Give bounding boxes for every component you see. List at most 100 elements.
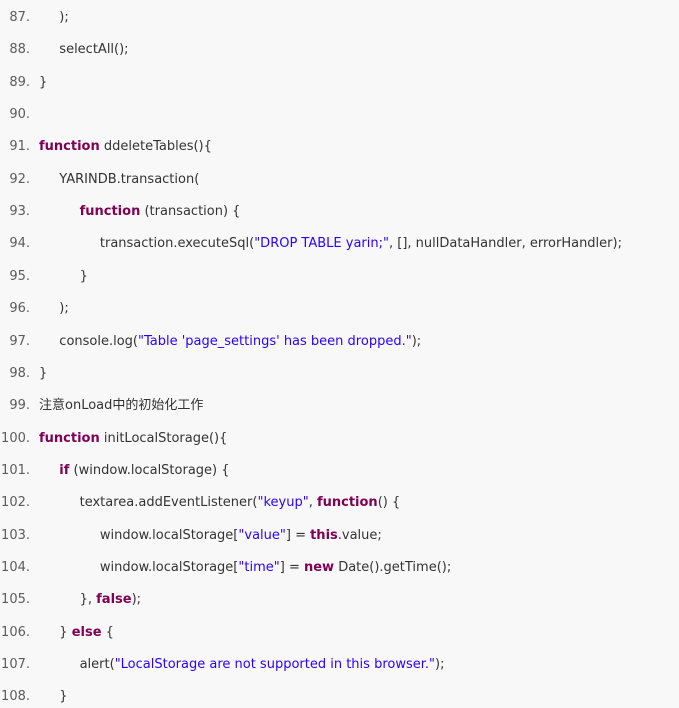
line-number: 99.: [9, 398, 30, 414]
code-string: "Table 'page_settings' has been dropped.…: [138, 333, 412, 349]
code-string: "time": [238, 559, 280, 575]
code-text: );: [435, 657, 445, 672]
code-line: 104. window.localStorage["time"] = new Da…: [0, 558, 679, 590]
line-code: selectAll();: [59, 40, 128, 60]
code-line: 106.} else {: [0, 623, 679, 655]
code-line: 107. alert("LocalStorage are not supporte…: [0, 655, 679, 687]
line-code: }: [80, 267, 88, 287]
code-text: );: [59, 301, 69, 317]
code-text: initLocalStorage(){: [99, 430, 228, 446]
line-number: 106.: [1, 624, 30, 640]
code-text: ] =: [285, 527, 311, 543]
code-text: , [], nullDataHandler, errorHandler);: [388, 236, 622, 252]
line-number: 104.: [1, 559, 30, 575]
code-text: ddeleteTables(){: [99, 139, 212, 155]
code-text: 注意onLoad中的初始化工作: [39, 398, 204, 414]
line-code: transaction.executeSql("DROP TABLE yarin…: [100, 234, 622, 254]
code-text: }: [39, 74, 48, 90]
code-line: 101. if (window.localStorage) {: [0, 461, 679, 493]
code-text: }: [39, 365, 48, 381]
line-code: );: [59, 299, 68, 319]
line-number: 102.: [1, 495, 30, 511]
code-text: window.localStorage[: [99, 527, 239, 543]
line-code: function initLocalStorage(){: [39, 429, 227, 449]
code-line: 102. textarea.addEventListener("keyup", f…: [0, 493, 679, 525]
code-text: console.log(: [59, 333, 138, 349]
code-text: }: [59, 624, 72, 640]
line-number: 105.: [1, 592, 30, 608]
code-line: 90.: [0, 105, 679, 137]
line-code: }: [39, 73, 47, 93]
code-string: "keyup": [257, 495, 309, 511]
line-code: window.localStorage["time"] = new Date()…: [100, 558, 451, 578]
line-number: 97.: [9, 333, 30, 349]
code-text: );: [411, 333, 422, 349]
code-line: 96.);: [0, 299, 679, 331]
code-text: ,: [308, 495, 317, 511]
code-line: 88. selectAll();: [0, 40, 679, 72]
line-number: 90.: [9, 107, 30, 123]
code-text: );: [131, 592, 142, 608]
line-number: 89.: [9, 74, 30, 90]
code-string: "value": [238, 527, 286, 543]
line-code: textarea.addEventListener("keyup", funct…: [80, 493, 401, 513]
line-number: 95.: [9, 268, 30, 284]
code-text: {: [101, 624, 114, 640]
code-text: ] =: [279, 559, 304, 575]
line-code: } else {: [59, 623, 114, 643]
code-line: 94. transaction.executeSql("DROP TABLE ya…: [0, 234, 679, 266]
line-number: 92.: [9, 171, 30, 187]
code-line: 89.}: [0, 73, 679, 105]
code-keyword: new: [303, 559, 335, 575]
code-keyword: function: [316, 495, 378, 511]
code-line: 95.}: [0, 267, 679, 299]
code-text: .value;: [337, 527, 382, 543]
code-text: textarea.addEventListener(: [79, 495, 258, 511]
code-text: window.localStorage[: [99, 559, 239, 575]
code-listing: 87.); 88. selectAll(); 89.} 90. 91. function d…: [0, 0, 679, 708]
line-code: YARINDB.transaction(: [59, 170, 199, 190]
line-number: 100.: [1, 430, 30, 446]
code-text: alert(: [79, 657, 115, 672]
code-text: }: [79, 268, 88, 284]
line-number: 108.: [1, 689, 30, 705]
code-keyword: function: [39, 139, 100, 155]
code-line: 91. function ddeleteTables(){: [0, 137, 679, 169]
code-line: 87.);: [0, 8, 679, 40]
code-line: 108.}: [0, 687, 679, 708]
code-text: }: [59, 689, 68, 705]
line-code: window.localStorage["value"] = this.valu…: [100, 526, 382, 546]
code-keyword: function: [79, 204, 141, 220]
line-number: 103.: [1, 527, 30, 543]
line-number: 101.: [1, 462, 30, 478]
line-number: 88.: [9, 42, 30, 58]
code-line: 97. console.log("Table 'page_settings' ha…: [0, 332, 679, 364]
code-keyword: if: [59, 462, 70, 478]
code-line: 100. function initLocalStorage(){: [0, 429, 679, 461]
line-code: alert("LocalStorage are not supported in…: [80, 655, 445, 675]
code-line: 93. function (transaction) {: [0, 202, 679, 234]
line-number: 94.: [9, 236, 30, 252]
code-text: );: [59, 10, 69, 25]
line-code: 注意onLoad中的初始化工作: [39, 396, 203, 416]
code-keyword: else: [71, 624, 102, 640]
code-keyword: false: [96, 592, 132, 608]
line-number: 91.: [9, 139, 30, 155]
code-text: (transaction) {: [140, 204, 241, 220]
line-code: }: [59, 687, 67, 707]
line-number: 107.: [1, 657, 30, 672]
code-string: "LocalStorage are not supported in this …: [114, 657, 435, 672]
line-number: 96.: [9, 301, 30, 317]
code-text: selectAll();: [59, 42, 129, 58]
code-text: },: [79, 592, 97, 608]
line-number: 93.: [9, 204, 30, 220]
code-line: 98.}: [0, 364, 679, 396]
code-text: Date().getTime();: [334, 559, 452, 575]
code-text: (window.localStorage) {: [69, 462, 230, 478]
code-string: "DROP TABLE yarin;": [254, 236, 389, 252]
line-code: console.log("Table 'page_settings' has b…: [59, 332, 421, 352]
line-code: );: [59, 8, 68, 28]
code-line: 92. YARINDB.transaction(: [0, 170, 679, 202]
line-code: if (window.localStorage) {: [59, 461, 229, 481]
line-code: function (transaction) {: [80, 202, 241, 222]
